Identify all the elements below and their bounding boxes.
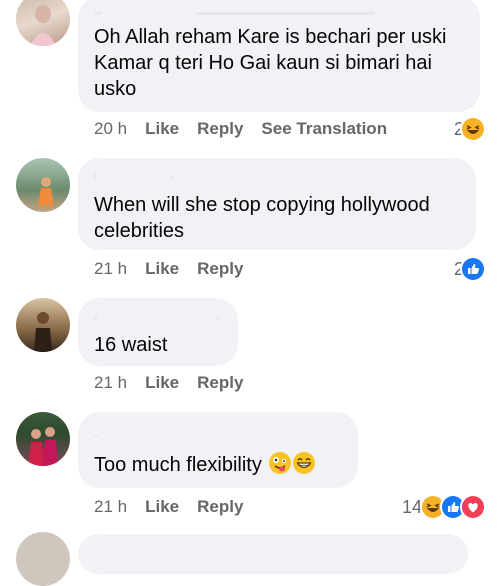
author-name-redacted[interactable] [94, 310, 221, 324]
author-name-redacted[interactable] [94, 426, 98, 440]
comment-text: Oh Allah reham Kare is bechari per uski … [94, 26, 452, 100]
timestamp[interactable]: 20 h [94, 119, 127, 139]
comment-bubble: 16 waist [78, 298, 238, 366]
laughing-emoji-icon [460, 116, 486, 142]
grinning-face-emoji-icon [293, 452, 316, 474]
like-button[interactable]: Like [145, 373, 179, 393]
comment-bubble [78, 534, 468, 574]
reply-button[interactable]: Reply [197, 259, 243, 279]
comment-text: 16 waist [94, 334, 168, 356]
avatar-photo [38, 177, 54, 206]
comment-actions: 21 h Like Reply [94, 496, 261, 518]
see-translation-button[interactable]: See Translation [261, 119, 387, 139]
timestamp[interactable]: 21 h [94, 259, 127, 279]
author-name-redacted[interactable] [94, 168, 175, 182]
reaction-count: 14 [401, 496, 422, 517]
avatar-photo [34, 312, 52, 352]
reaction-summary[interactable]: 14 [402, 494, 486, 520]
timestamp[interactable]: 21 h [94, 373, 127, 393]
like-button[interactable]: Like [145, 497, 179, 517]
avatar[interactable] [16, 298, 70, 352]
timestamp[interactable]: 21 h [94, 497, 127, 517]
comment-actions: 21 h Like Reply [94, 258, 261, 280]
avatar-photo [30, 5, 56, 46]
zany-face-emoji-icon [269, 452, 292, 474]
author-name-redacted[interactable] [94, 4, 376, 18]
comment-text-content: Too much flexibility [94, 454, 262, 476]
avatar[interactable] [16, 532, 70, 586]
reply-button[interactable]: Reply [197, 373, 243, 393]
reply-button[interactable]: Reply [197, 497, 243, 517]
comment-bubble: Oh Allah reham Kare is bechari per uski … [78, 0, 480, 112]
reply-button[interactable]: Reply [197, 119, 243, 139]
avatar[interactable] [16, 412, 70, 466]
comment-text: Too much flexibility [94, 452, 344, 478]
comment-bubble: When will she stop copying hollywood cel… [78, 158, 476, 250]
like-thumb-icon [460, 256, 486, 282]
avatar-photo [28, 427, 58, 466]
like-button[interactable]: Like [145, 259, 179, 279]
reaction-summary[interactable]: 2 [454, 116, 486, 142]
avatar[interactable] [16, 158, 70, 212]
comment-actions: 20 h Like Reply See Translation [94, 118, 405, 140]
reaction-summary[interactable]: 2 [454, 256, 486, 282]
avatar[interactable] [16, 0, 70, 46]
love-heart-icon [460, 494, 486, 520]
comment-actions: 21 h Like Reply [94, 372, 261, 394]
comment-bubble: Too much flexibility [78, 412, 358, 488]
comment-text: When will she stop copying hollywood cel… [94, 194, 436, 242]
like-button[interactable]: Like [145, 119, 179, 139]
